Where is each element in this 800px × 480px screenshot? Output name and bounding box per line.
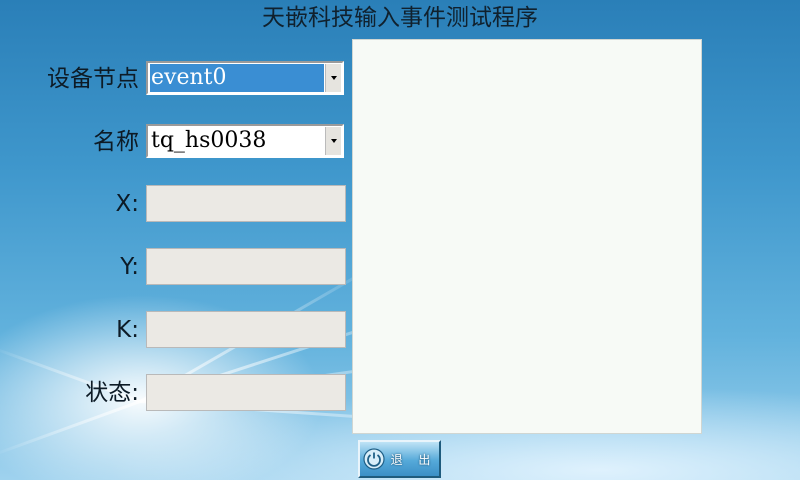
- name-select[interactable]: tq_hs0038: [146, 124, 344, 158]
- device-node-label: 设备节点: [47, 66, 139, 92]
- device-node-select[interactable]: event0: [146, 61, 344, 95]
- k-field[interactable]: [146, 311, 346, 348]
- device-node-value: event0: [150, 64, 324, 92]
- name-value: tq_hs0038: [151, 128, 267, 153]
- status-label: 状态:: [85, 380, 139, 406]
- y-label: Y:: [120, 254, 139, 280]
- x-field[interactable]: [146, 185, 346, 222]
- k-label: K:: [116, 317, 139, 343]
- exit-button[interactable]: 退 出: [358, 440, 441, 478]
- exit-button-label: 退 出: [390, 452, 437, 467]
- x-label: X:: [115, 191, 139, 217]
- chevron-down-icon[interactable]: [325, 64, 341, 92]
- name-label: 名称: [93, 129, 139, 155]
- chevron-down-icon[interactable]: [325, 127, 341, 155]
- y-field[interactable]: [146, 248, 346, 285]
- power-icon: [362, 448, 385, 470]
- event-output-panel[interactable]: [352, 39, 702, 434]
- status-field[interactable]: [146, 374, 346, 411]
- window-title: 天嵌科技输入事件测试程序: [262, 5, 538, 31]
